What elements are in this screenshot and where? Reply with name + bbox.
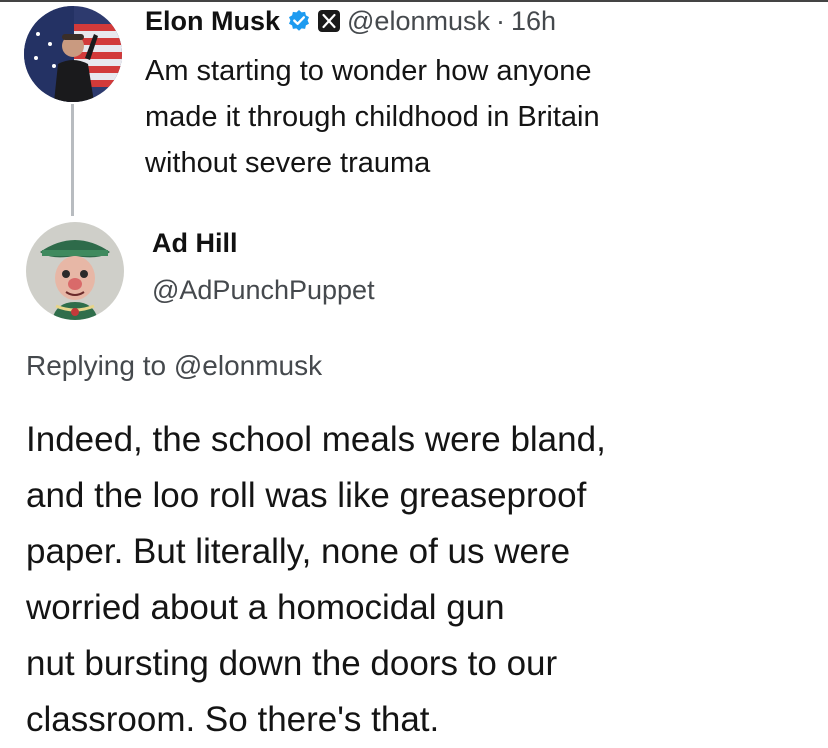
x-logo-icon	[318, 10, 341, 32]
original-text-line: made it through childhood in Britain	[145, 101, 600, 133]
reply-author-handle[interactable]: @AdPunchPuppet	[152, 275, 375, 306]
original-tweet-text: Am starting to wonder how anyone made it…	[145, 48, 795, 186]
reply-text-line: nut bursting down the doors to our	[26, 644, 558, 683]
original-tweet-header: Elon Musk @elonmusk · 16h	[145, 2, 556, 40]
thread-line	[71, 104, 74, 216]
original-text-line: Am starting to wonder how anyone	[145, 55, 592, 87]
tweet-timestamp[interactable]: 16h	[511, 6, 556, 37]
reply-text-line: worried about a homocidal gun	[26, 588, 505, 627]
reply-author-name[interactable]: Ad Hill	[152, 228, 238, 259]
handle-time-separator: ·	[495, 5, 505, 36]
replying-to-mention-link[interactable]: @elonmusk	[174, 350, 322, 381]
verified-badge-icon	[287, 9, 311, 33]
ad-hill-avatar[interactable]	[26, 222, 124, 320]
original-text-line: without severe trauma	[145, 147, 431, 179]
reply-text-line: and the loo roll was like greaseproof	[26, 476, 587, 515]
replying-to-label: Replying to	[26, 350, 167, 381]
elon-musk-avatar[interactable]	[24, 6, 122, 102]
reply-text-line: Indeed, the school meals were bland,	[26, 420, 606, 459]
reply-tweet-text: Indeed, the school meals were bland, and…	[26, 412, 816, 748]
original-author-handle[interactable]: @elonmusk	[347, 6, 490, 37]
reply-text-line: paper. But literally, none of us were	[26, 532, 571, 571]
replying-to-line: Replying to @elonmusk	[26, 350, 322, 382]
reply-text-line: classroom. So there's that.	[26, 700, 440, 739]
original-author-name[interactable]: Elon Musk	[145, 6, 280, 37]
